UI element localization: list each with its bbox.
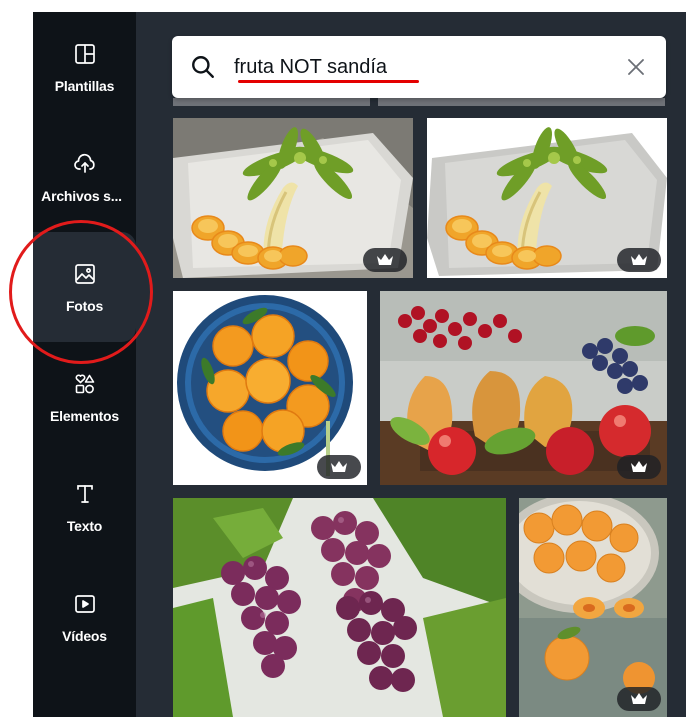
sidebar-item-label: Archivos s... (41, 188, 122, 204)
editor-app: Plantillas Archivos s... Fotos Elementos… (33, 12, 686, 717)
premium-badge (317, 455, 361, 479)
sidebar-item-texto[interactable]: Texto (33, 452, 136, 562)
sidebar-item-label: Vídeos (62, 628, 107, 644)
photo-thumbnail[interactable] (173, 498, 506, 717)
query-underline-annotation (238, 80, 419, 83)
search-bar (172, 36, 666, 98)
crown-icon (631, 693, 647, 704)
search-icon (192, 56, 214, 78)
sidebar-item-plantillas[interactable]: Plantillas (33, 12, 136, 122)
photo-thumbnail-partial[interactable] (173, 98, 370, 106)
photo-thumbnail[interactable] (380, 291, 667, 485)
apricots-photo (519, 498, 667, 717)
photo-thumbnail[interactable] (173, 118, 413, 278)
premium-badge (617, 248, 661, 272)
premium-badge (617, 687, 661, 711)
video-icon (71, 590, 99, 618)
sidebar-item-archivos[interactable]: Archivos s... (33, 122, 136, 232)
sidebar-item-label: Texto (66, 518, 103, 534)
sidebar-item-label: Fotos (65, 298, 104, 314)
sidebar-item-fotos[interactable]: Fotos (33, 232, 136, 342)
sidebar-item-videos[interactable]: Vídeos (33, 562, 136, 672)
premium-badge (617, 455, 661, 479)
text-icon (71, 480, 99, 508)
crown-icon (631, 254, 647, 265)
photos-panel (136, 12, 686, 717)
sidebar-item-label: Elementos (50, 408, 119, 424)
search-input[interactable] (234, 52, 624, 82)
cloud-upload-icon (71, 150, 99, 178)
crown-icon (631, 461, 647, 472)
premium-badge (363, 248, 407, 272)
grapes-photo (173, 498, 506, 717)
close-icon[interactable] (624, 55, 648, 79)
shapes-icon (71, 370, 99, 398)
photo-thumbnail[interactable] (519, 498, 667, 717)
crown-icon (331, 461, 347, 472)
side-nav: Plantillas Archivos s... Fotos Elementos… (33, 12, 136, 717)
photo-thumbnail[interactable] (427, 118, 667, 278)
photo-thumbnail-partial[interactable] (378, 98, 665, 106)
crown-icon (377, 254, 393, 265)
image-icon (71, 260, 99, 288)
photo-thumbnail[interactable] (173, 291, 367, 485)
sidebar-item-elementos[interactable]: Elementos (33, 342, 136, 452)
template-icon (71, 40, 99, 68)
sidebar-item-label: Plantillas (54, 78, 115, 94)
